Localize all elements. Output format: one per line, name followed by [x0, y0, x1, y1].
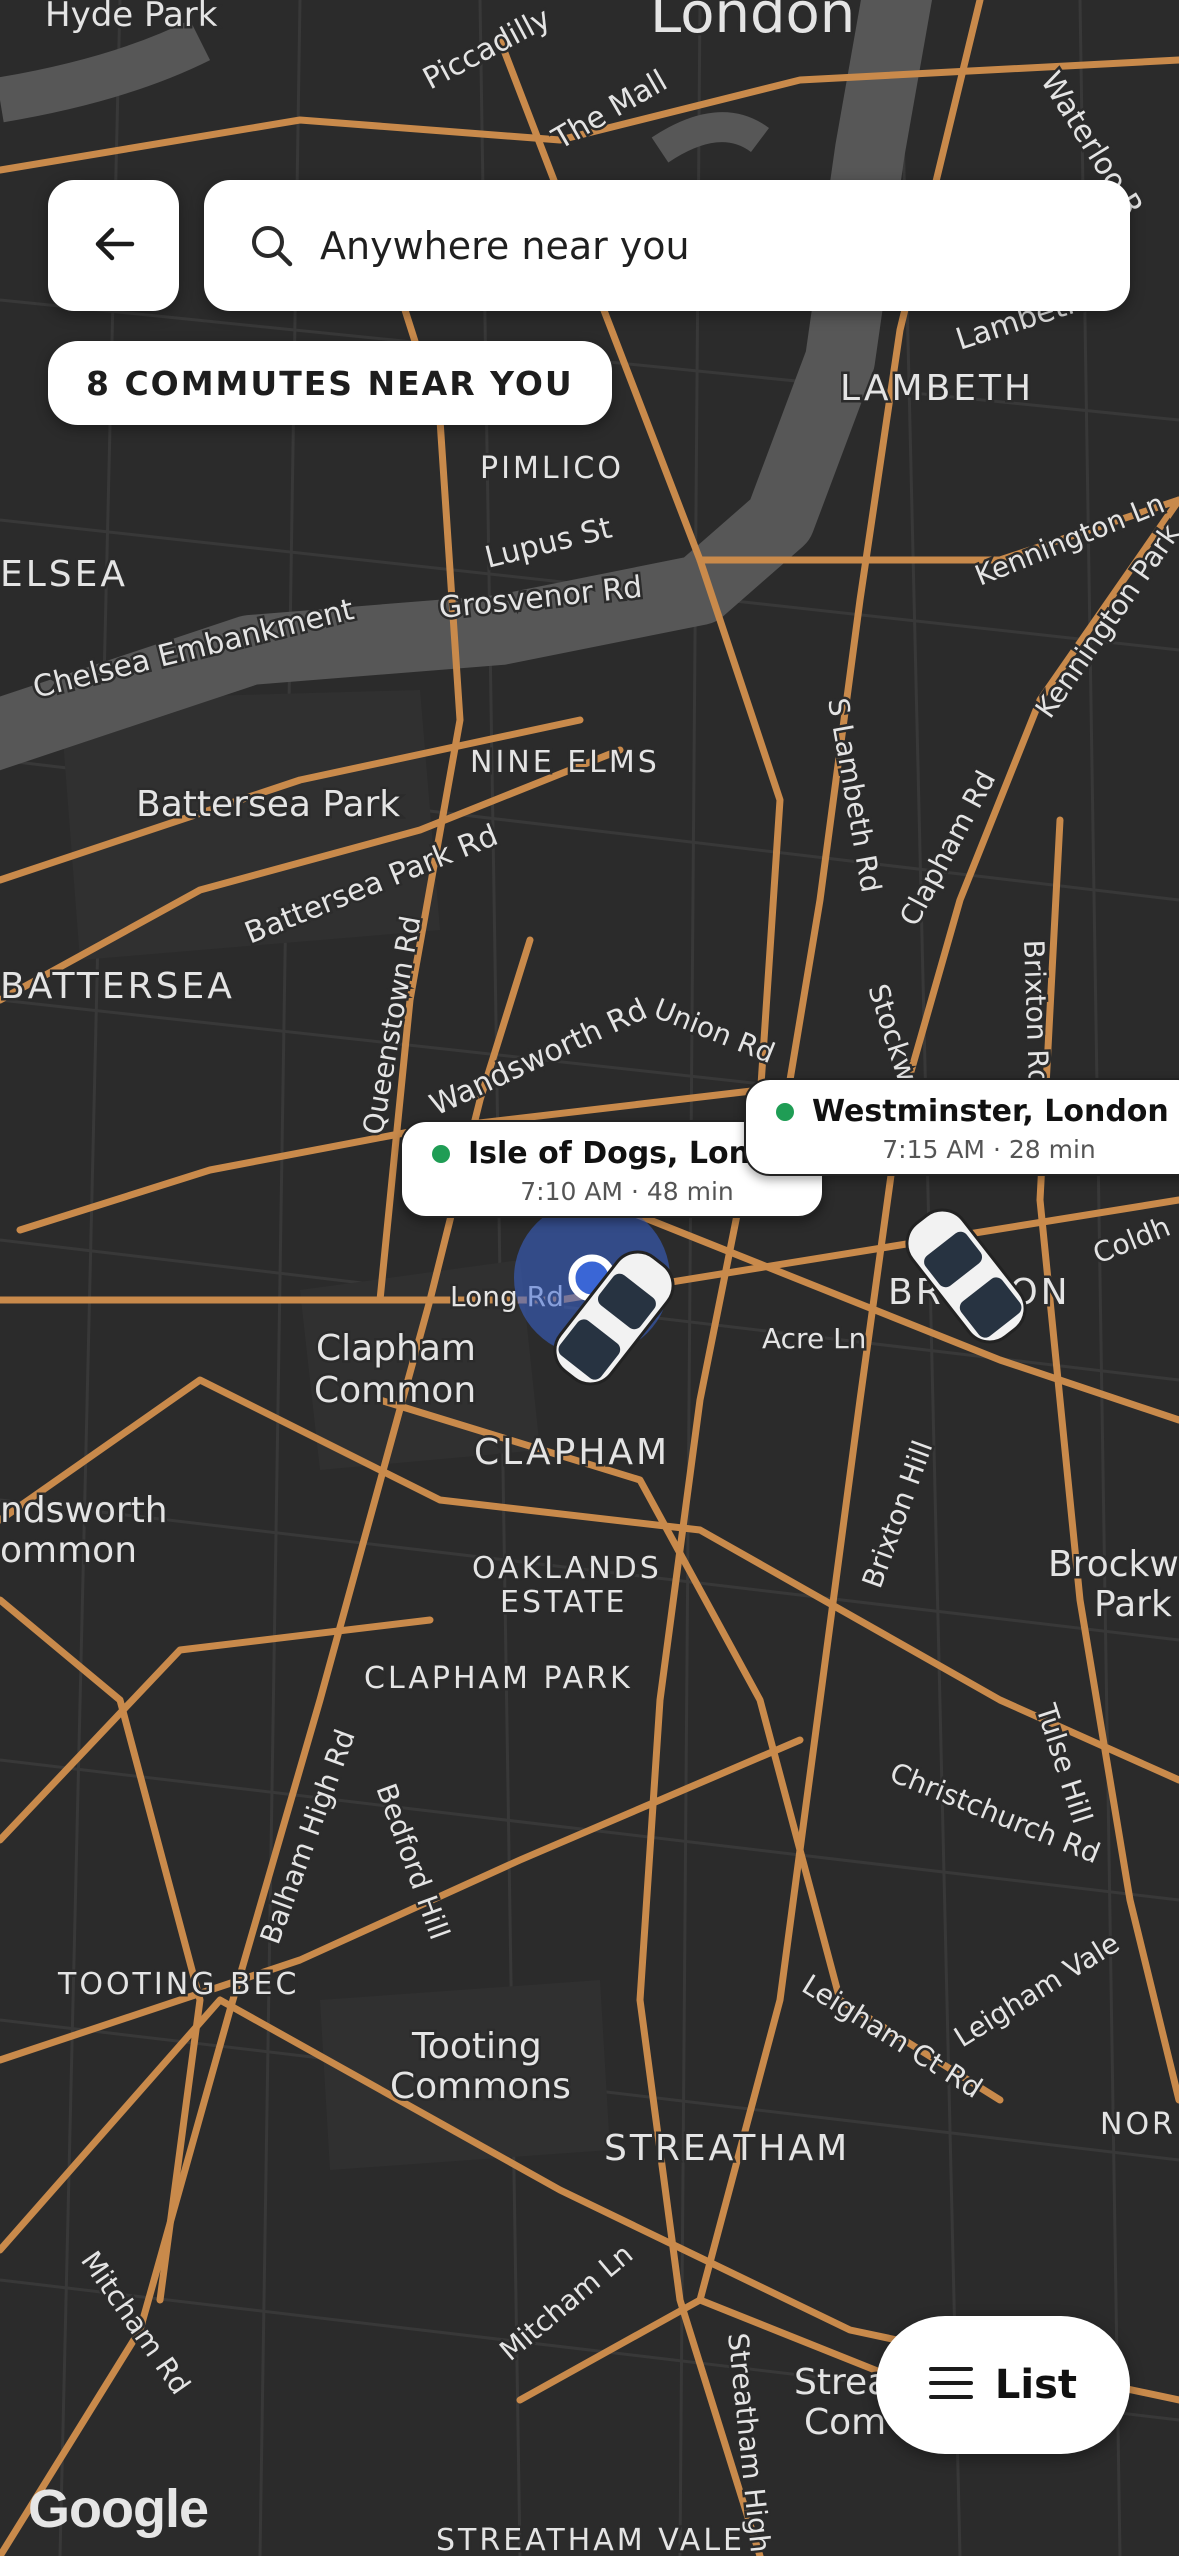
- map-label: STREATHAM VALE: [436, 2523, 745, 2556]
- map-label: NINE ELMS: [470, 745, 660, 780]
- map-label: Acre Ln: [762, 1322, 866, 1355]
- search-icon: [244, 218, 300, 274]
- map-label: CLAPHAM: [474, 1432, 670, 1473]
- map-label: Battersea Park: [136, 784, 400, 825]
- google-logo: Google: [28, 2479, 209, 2539]
- map-label: ndsworth: [0, 1490, 168, 1531]
- map-label: LAMBETH: [840, 368, 1034, 409]
- map-label: Tooting: [411, 2026, 542, 2067]
- map-label: Commons: [390, 2066, 571, 2107]
- list-button-label: List: [994, 2362, 1078, 2408]
- map-label: CLAPHAM PARK: [364, 1661, 633, 1696]
- commutes-count-chip[interactable]: 8 COMMUTES NEAR YOU: [48, 341, 612, 425]
- search-input[interactable]: Anywhere near you: [320, 224, 690, 268]
- status-dot: [776, 1102, 794, 1121]
- map-label: Com: [804, 2402, 886, 2443]
- arrow-left-icon: [88, 218, 140, 274]
- map-label: Clapham: [316, 1328, 476, 1369]
- list-icon: [928, 2365, 973, 2405]
- map-label: BATTERSEA: [0, 966, 235, 1007]
- map-label: PIMLICO: [480, 451, 624, 486]
- map-label: Strea: [794, 2362, 889, 2403]
- map-label: ESTATE: [500, 1585, 627, 1620]
- map-label: TOOTING BEC: [57, 1967, 299, 2002]
- pin-title: Westminster, London: [812, 1094, 1169, 1129]
- pin-time: 7:10 AM · 48 min: [520, 1177, 734, 1206]
- map-label: ommon: [0, 1530, 137, 1571]
- map-label: Brixton Rd: [1017, 939, 1055, 1087]
- map-label: Common: [314, 1370, 476, 1411]
- search-bar[interactable]: Anywhere near you: [204, 180, 1130, 311]
- map-label: STREATHAM: [604, 2128, 850, 2169]
- map-label: Hyde Park: [45, 0, 218, 35]
- status-dot: [432, 1144, 450, 1163]
- map-label: OAKLANDS: [472, 1551, 662, 1586]
- list-button[interactable]: List: [876, 2316, 1130, 2454]
- back-button[interactable]: [48, 180, 179, 311]
- map-label: London: [650, 0, 855, 46]
- commute-pin[interactable]: Westminster, London 7:15 AM · 28 min: [744, 1078, 1179, 1176]
- map-label: Park: [1094, 1584, 1172, 1625]
- map-label: ELSEA: [0, 554, 128, 595]
- pin-time: 7:15 AM · 28 min: [882, 1135, 1096, 1164]
- map-label: NOR: [1100, 2107, 1176, 2142]
- map-label: Brockw: [1048, 1544, 1179, 1585]
